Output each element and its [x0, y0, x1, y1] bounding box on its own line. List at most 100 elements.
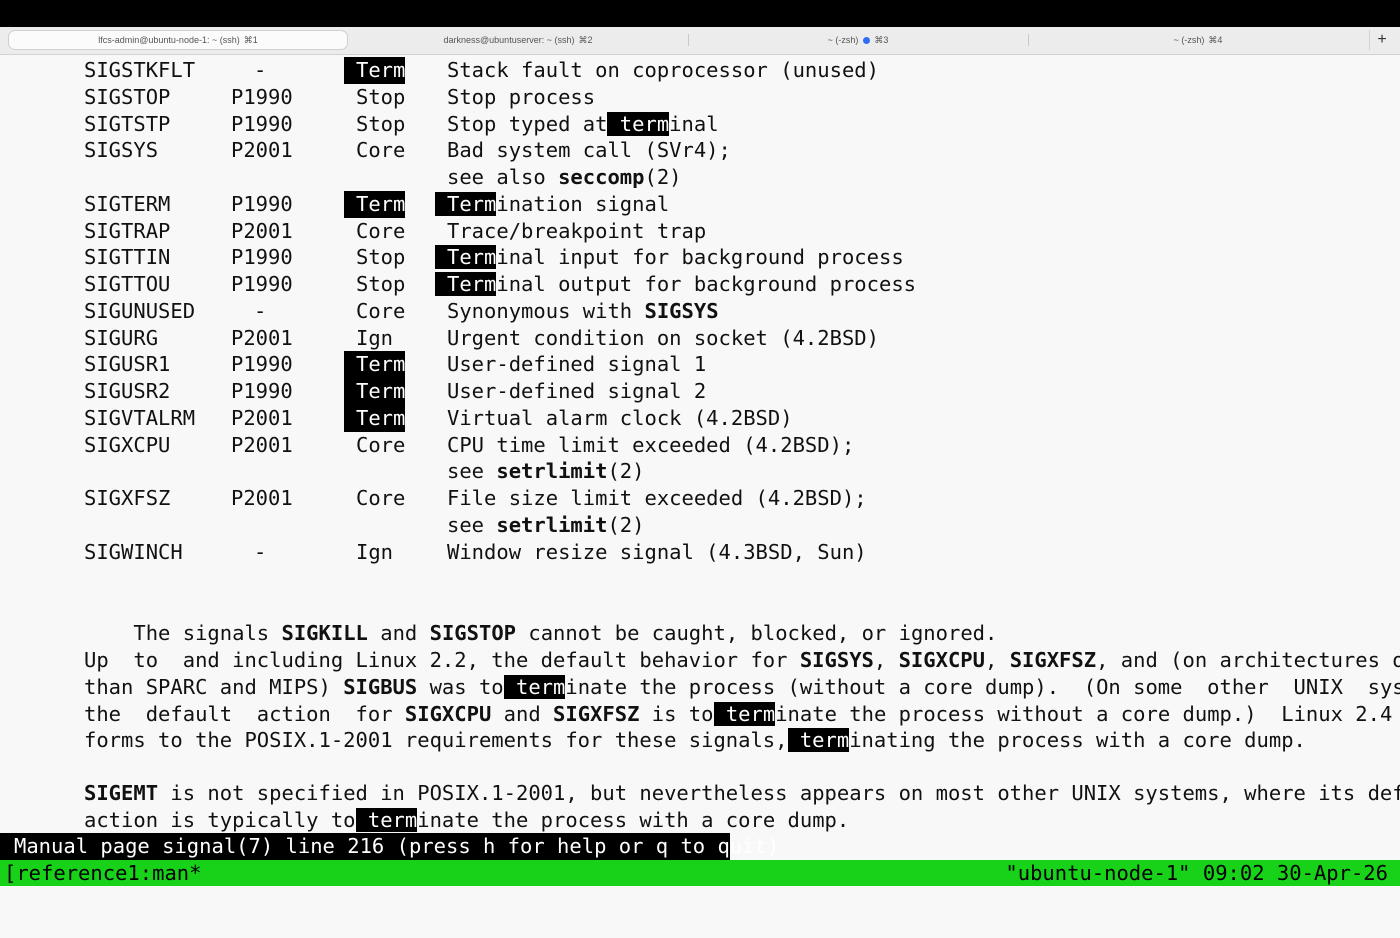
comment-text: ination signal — [496, 191, 670, 216]
terminal-content[interactable]: SIGSTKFLT - Term Stack fault on coprocessor… — [0, 57, 1400, 833]
signal-row: SIGWINCH - Ign Window resize signal (4.3BSD… — [0, 539, 1400, 566]
signal-ref: SIGXFSZ — [1009, 648, 1097, 672]
comment-text: Trace/breakpoint trap — [447, 218, 707, 243]
signal-ref: SIGBUS — [343, 674, 418, 699]
signal-name: SIGTTIN — [84, 245, 171, 270]
tab-3[interactable]: ~ (-zsh) ⌘3 — [688, 30, 1028, 50]
tab-1[interactable]: lfcs-admin@ubuntu-node-1: ~ (ssh) ⌘1 — [8, 30, 348, 50]
signal-ref: SIGSYS — [799, 648, 874, 672]
comment-text: see — [447, 459, 497, 484]
activity-dot-icon — [863, 36, 871, 44]
signal-row: SIGTTIN P1990 Stop Terminal input for backg… — [0, 244, 1400, 271]
search-highlight: term — [503, 674, 566, 699]
signal-row: SIGTSTP P1990 Stop Stop typed at terminal — [0, 111, 1400, 138]
man-page-ref: setrlimit — [496, 459, 608, 484]
signal-comment: Stop typed at terminal — [447, 111, 719, 138]
signal-standard: P2001 — [231, 138, 293, 163]
comment-text: (2) — [644, 165, 682, 189]
signal-comment: File size limit exceeded (4.2BSD); — [447, 485, 867, 512]
signal-row: SIGTERM P1990 Term Termination signal — [0, 190, 1400, 218]
signal-name: SIGTERM — [84, 191, 171, 216]
tab-4[interactable]: ~ (-zsh) ⌘4 — [1028, 30, 1368, 50]
comment-text: Stack fault on coprocessor (unused) — [447, 58, 879, 82]
signal-ref: SIGXCPU — [404, 701, 492, 726]
comment-text: (2) — [607, 512, 645, 537]
signal-comment: Stack fault on coprocessor (unused) — [447, 57, 879, 84]
tab-title: lfcs-admin@ubuntu-node-1: ~ (ssh) — [98, 35, 240, 45]
signal-name: SIGSTKFLT — [84, 58, 196, 82]
text-segment: and — [491, 701, 554, 726]
signal-standard: P1990 — [231, 379, 293, 403]
signal-comment: CPU time limit exceeded (4.2BSD); — [447, 432, 854, 459]
signal-ref: SIGXCPU — [898, 648, 985, 672]
comment-text: inal output for background process — [496, 272, 917, 296]
signal-row: SIGUNUSED - Core Synonymous with SIGSYS — [0, 298, 1400, 325]
signal-row-continuation: see also seccomp(2) — [447, 164, 682, 191]
text-segment: cannot be caught, blocked, or ignored. — [516, 621, 998, 645]
tab-title: ~ (-zsh) — [1173, 35, 1205, 45]
text-segment: is not specified in POSIX.1-2001, but ne… — [158, 781, 1400, 805]
man-page-ref: setrlimit — [496, 512, 608, 537]
text-segment: , — [873, 648, 899, 672]
man-page-ref: seccomp — [558, 165, 645, 189]
tab-2[interactable]: darkness@ubuntuserver: ~ (ssh) ⌘2 — [348, 30, 688, 50]
signal-row: SIGVTALRM P2001 Term Virtual alarm clock (4… — [0, 404, 1400, 432]
signal-row: SIGSTKFLT - Term Stack fault on coprocessor… — [0, 57, 1400, 84]
tab-shortcut: ⌘3 — [874, 34, 889, 45]
text-segment: , and (on architectures other — [1096, 648, 1400, 672]
text-segment: inate the process with a core dump. — [417, 807, 850, 832]
signal-name: SIGURG — [84, 325, 159, 350]
signal-standard: P1990 — [231, 111, 293, 136]
search-highlight: term — [713, 701, 776, 726]
comment-text: CPU time limit exceeded (4.2BSD); — [447, 432, 855, 457]
tmux-window-label[interactable]: [reference1:man* — [4, 860, 201, 886]
text-segment: inating the process with a core dump. — [849, 728, 1306, 753]
signal-standard: P1990 — [231, 272, 293, 296]
signal-comment: Termination signal — [435, 191, 669, 218]
signal-standard: P1990 — [231, 245, 293, 270]
signal-action: Core — [356, 432, 406, 457]
signal-comment: Terminal input for background process — [435, 244, 904, 271]
signal-ref: SIGKILL — [281, 621, 368, 645]
signal-standard: P2001 — [231, 325, 293, 350]
comment-text: (2) — [607, 459, 645, 484]
signal-name: SIGTTOU — [84, 272, 171, 296]
signal-comment: Synonymous with SIGSYS — [447, 298, 719, 325]
window-top-bar — [0, 0, 1400, 27]
text-segment: the default action for — [84, 701, 405, 726]
signal-action: Stop — [356, 84, 406, 109]
comment-text: Stop typed at — [447, 111, 608, 136]
signal-row: SIGSTOP P1990 Stop Stop process — [0, 84, 1400, 111]
signal-action: Term — [344, 190, 406, 218]
paragraph-line: than SPARC and MIPS) SIGBUS was to termi… — [84, 674, 1400, 701]
comment-text: Synonymous with — [447, 298, 645, 323]
new-tab-button[interactable]: + — [1369, 30, 1394, 50]
signal-standard: P1990 — [231, 191, 293, 216]
comment-text: inal input for background process — [496, 245, 904, 270]
signal-action: Core — [356, 138, 406, 163]
text-segment: inate the process without a core dump.) … — [775, 701, 1400, 726]
signal-standard: - — [254, 539, 267, 564]
signal-standard: - — [254, 298, 267, 323]
signal-comment: User-defined signal 2 — [447, 378, 706, 405]
comment-text: File size limit exceeded (4.2BSD); — [447, 486, 867, 510]
signal-name: SIGUSR1 — [84, 352, 171, 377]
signal-name: SIGVTALRM — [84, 405, 196, 430]
tab-shortcut: ⌘4 — [1208, 34, 1223, 45]
signal-comment: Terminal output for background process — [435, 271, 916, 298]
signal-ref: SIGEMT — [84, 781, 159, 805]
signal-row: SIGSYS P2001 Core Bad system call (SVr4); — [0, 137, 1400, 164]
signal-row: SIGUSR2 P1990 Term User-defined signal 2 — [0, 378, 1400, 405]
signal-row: SIGXCPU P2001 Core CPU time limit exceeded … — [0, 432, 1400, 459]
comment-text: see also — [447, 165, 559, 189]
signal-action: Term — [344, 57, 406, 84]
text-segment: forms to the POSIX.1-2001 requirements f… — [84, 728, 788, 753]
text-segment: The signals — [133, 621, 282, 645]
signal-standard: P2001 — [231, 432, 293, 457]
signal-name: SIGTRAP — [84, 218, 171, 243]
signal-row: SIGUSR1 P1990 Term User-defined signal 1 — [0, 351, 1400, 379]
search-highlight: term — [787, 728, 850, 753]
search-highlight: Term — [435, 272, 497, 296]
comment-text: User-defined signal 2 — [447, 379, 707, 403]
signal-ref: SIGSYS — [644, 298, 719, 323]
